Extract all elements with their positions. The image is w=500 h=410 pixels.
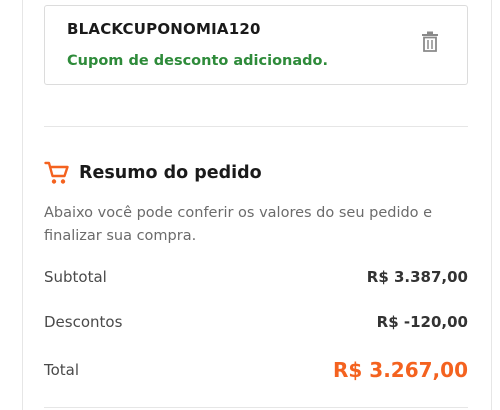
- total-label: Total: [44, 361, 80, 379]
- discount-row: Descontos R$ -120,00: [44, 313, 468, 331]
- checkout-page: BLACKCUPONOMIA120 Cupom de desconto adic…: [0, 0, 500, 410]
- discount-value: R$ -120,00: [376, 313, 468, 331]
- coupon-code: BLACKCUPONOMIA120: [67, 20, 261, 38]
- remove-coupon-button[interactable]: [421, 31, 439, 53]
- applied-coupon-box: BLACKCUPONOMIA120 Cupom de desconto adic…: [44, 5, 468, 85]
- section-divider: [44, 126, 468, 127]
- total-row: Total R$ 3.267,00: [44, 358, 468, 382]
- total-value: R$ 3.267,00: [333, 358, 468, 382]
- order-summary-header: Resumo do pedido: [44, 158, 262, 188]
- subtotal-label: Subtotal: [44, 268, 107, 286]
- coupon-status-message: Cupom de desconto adicionado.: [67, 53, 329, 69]
- subtotal-value: R$ 3.387,00: [366, 268, 468, 286]
- order-summary-title: Resumo do pedido: [79, 163, 262, 183]
- discount-label: Descontos: [44, 313, 123, 331]
- shopping-cart-icon: [44, 161, 69, 184]
- subtotal-row: Subtotal R$ 3.387,00: [44, 268, 468, 286]
- order-summary-description: Abaixo você pode conferir os valores do …: [44, 205, 433, 244]
- trash-icon: [422, 31, 438, 52]
- bottom-divider: [44, 407, 468, 408]
